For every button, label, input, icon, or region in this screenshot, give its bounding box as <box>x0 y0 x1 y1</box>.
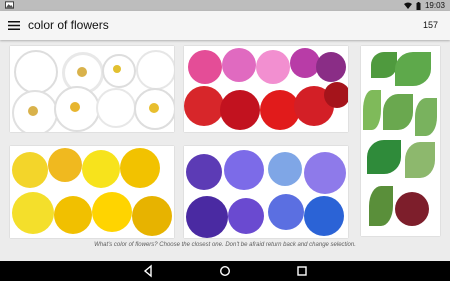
violet-flower <box>186 154 222 190</box>
blue-flower <box>268 152 302 186</box>
app-bar: color of flowers 157 <box>0 11 450 40</box>
blue-flower <box>304 196 344 236</box>
wifi-icon <box>403 2 412 9</box>
green-leaf <box>367 140 401 174</box>
green-leaf <box>395 52 431 86</box>
instruction-text: What's color of flowers? Choose the clos… <box>94 242 356 248</box>
status-icons: 19:03 <box>403 0 445 11</box>
menu-icon[interactable] <box>8 20 20 31</box>
option-blue-violet-flowers[interactable] <box>184 146 348 238</box>
violet-flower <box>224 150 264 190</box>
green-leaf <box>369 186 393 226</box>
yellow-flower <box>120 148 160 188</box>
status-bar: 19:03 <box>0 0 450 11</box>
purple-flower <box>316 52 346 82</box>
yellow-flower <box>12 152 48 188</box>
yellow-flower <box>132 196 172 236</box>
red-flower <box>324 82 348 108</box>
green-leaf <box>383 94 413 130</box>
yellow-flower <box>48 148 82 182</box>
flower-center <box>28 106 38 116</box>
back-icon[interactable] <box>141 264 155 278</box>
flower-center <box>70 102 80 112</box>
violet-flower <box>186 196 228 238</box>
pink-flower <box>256 50 290 84</box>
navigation-bar <box>0 261 450 281</box>
image-icon <box>5 1 14 9</box>
pink-flower <box>188 50 222 84</box>
home-icon[interactable] <box>218 264 232 278</box>
option-white-flowers[interactable] <box>10 46 174 132</box>
green-leaf <box>415 98 437 136</box>
battery-icon <box>416 1 421 10</box>
white-flower <box>96 88 136 128</box>
option-red-purple-flowers[interactable] <box>184 46 348 132</box>
question-count: 157 <box>422 20 438 30</box>
status-time: 19:03 <box>424 1 445 10</box>
yellow-flower <box>12 192 54 234</box>
yellow-flower <box>54 196 92 234</box>
yellow-flower <box>92 192 132 232</box>
violet-flower <box>304 152 346 194</box>
yellow-flower <box>82 150 120 188</box>
option-green-flowers[interactable] <box>361 46 440 236</box>
pink-flower <box>222 48 256 82</box>
blue-flower <box>268 194 304 230</box>
red-flower <box>184 86 224 126</box>
white-flower <box>14 50 58 94</box>
flower-center <box>149 103 159 113</box>
flower-center <box>113 65 121 73</box>
flower-center <box>77 67 87 77</box>
green-leaf <box>405 142 435 178</box>
recents-icon[interactable] <box>295 264 309 278</box>
green-leaf <box>363 90 381 130</box>
page-title: color of flowers <box>28 18 109 32</box>
option-yellow-flowers[interactable] <box>10 146 174 238</box>
violet-flower <box>228 198 264 234</box>
white-flower <box>136 50 174 90</box>
red-flower <box>220 90 260 130</box>
green-leaf <box>371 52 397 78</box>
dark-flower <box>395 192 429 226</box>
